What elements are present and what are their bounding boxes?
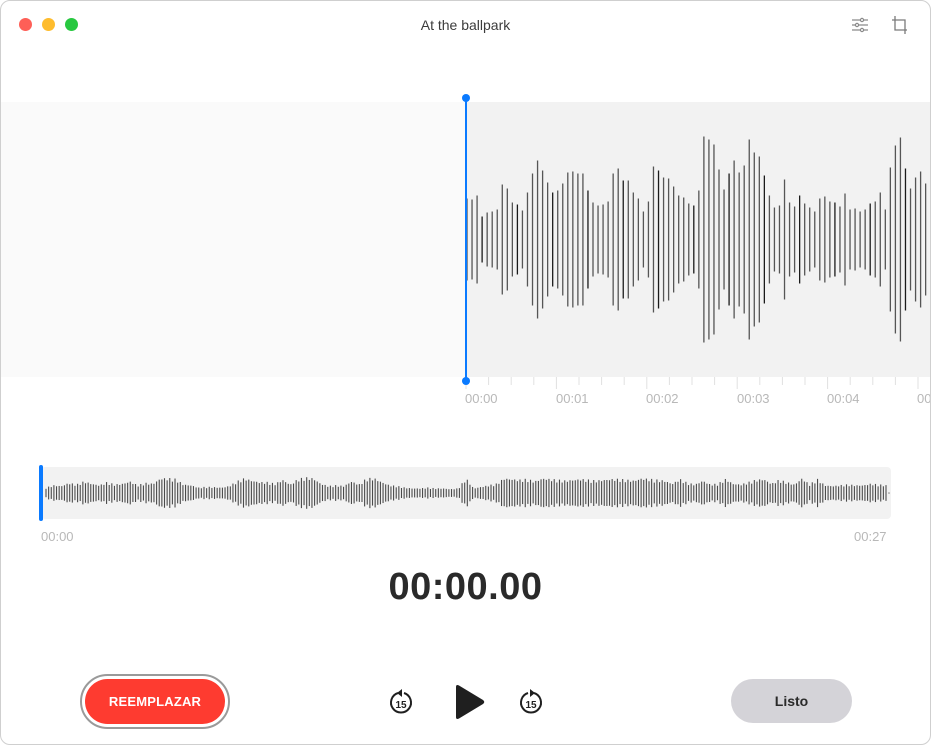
play-icon <box>456 685 485 719</box>
ruler-label: 00:00 <box>465 391 498 406</box>
replace-button-label: REEMPLAZAR <box>85 679 225 724</box>
ruler-label: 00:02 <box>646 391 679 406</box>
skip-forward-icon: 15 <box>520 689 542 714</box>
ruler-label: 00:01 <box>556 391 589 406</box>
replace-button[interactable]: REEMPLAZAR <box>80 674 230 729</box>
play-button[interactable] <box>451 683 487 721</box>
detail-waveform[interactable] <box>1 1 931 411</box>
svg-text:15: 15 <box>525 700 537 711</box>
playhead-top-handle[interactable] <box>462 94 470 102</box>
playhead-bottom-handle[interactable] <box>462 377 470 385</box>
overview-end-time: 00:27 <box>854 529 887 544</box>
overview-start-time: 00:00 <box>41 529 74 544</box>
voice-memos-window: At the ballpark 00:00 00:01 00:02 00:03 … <box>0 0 931 745</box>
overview-waveform[interactable] <box>41 467 891 519</box>
ruler-label: 00:03 <box>737 391 770 406</box>
skip-forward-15-button[interactable]: 15 <box>518 688 544 716</box>
skip-back-15-button[interactable]: 15 <box>388 688 414 716</box>
ruler-label: 00:04 <box>827 391 860 406</box>
done-button[interactable]: Listo <box>731 679 852 723</box>
svg-text:15: 15 <box>395 700 407 711</box>
elapsed-timer: 00:00.00 <box>388 566 543 608</box>
ruler-label: 00:0 <box>917 391 931 406</box>
skip-back-icon: 15 <box>390 689 412 714</box>
